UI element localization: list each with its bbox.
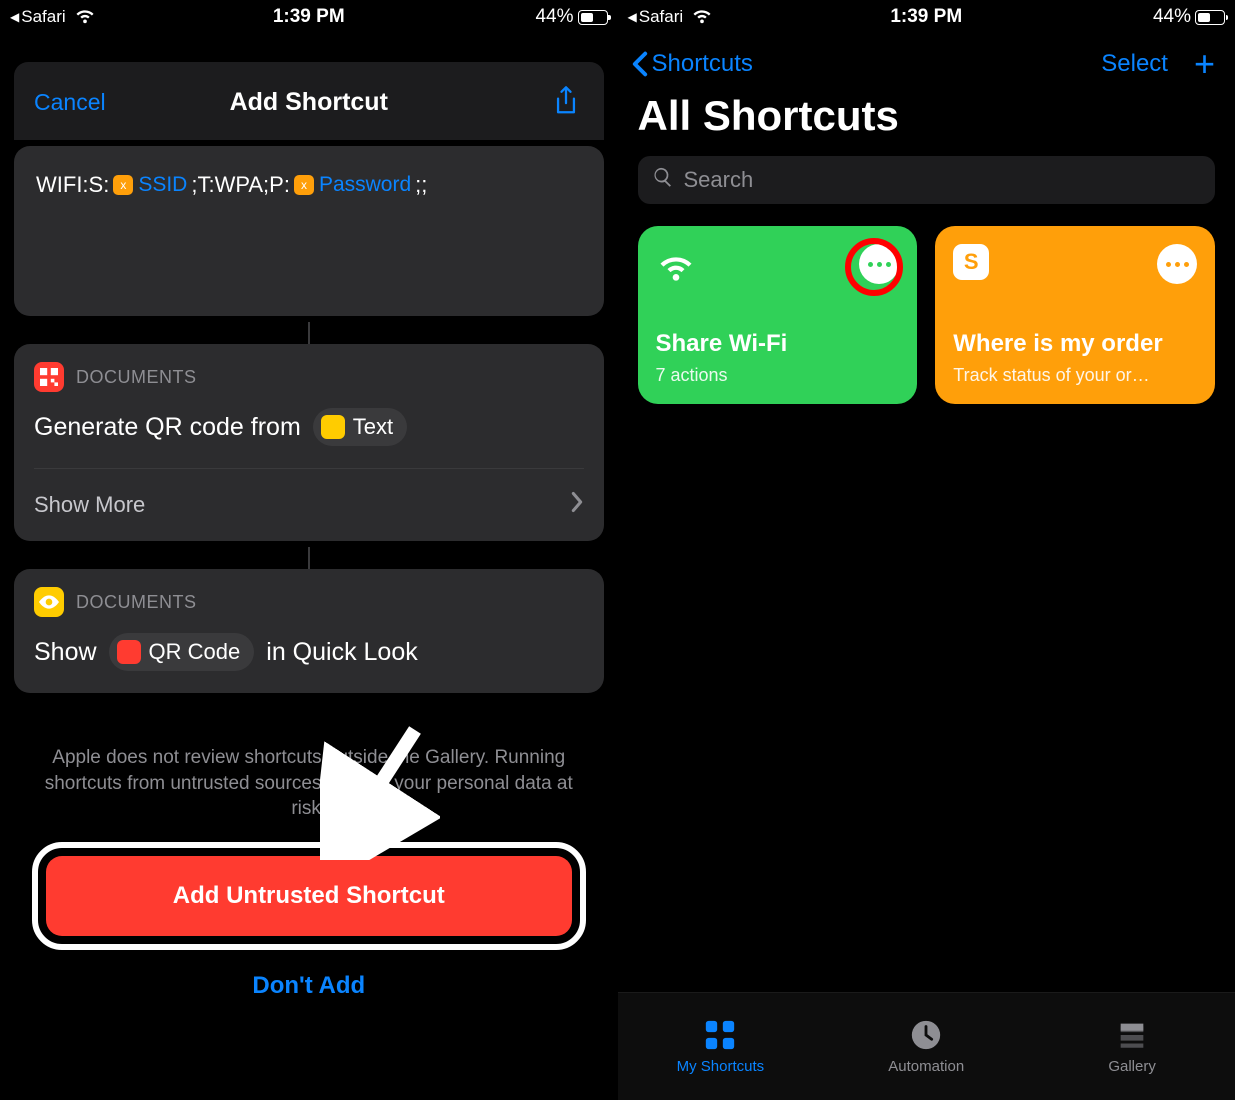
shortcut-actions-scroll: WIFI:S: x SSID ;T:WPA;P: x Password ;; [14, 146, 604, 1100]
variable-password[interactable]: x Password [294, 173, 411, 197]
section-label: DOCUMENTS [76, 592, 197, 613]
variable-icon: x [294, 175, 314, 195]
tile-title: Share Wi-Fi [656, 330, 900, 359]
text-icon [321, 415, 345, 439]
text-fragment: ;; [415, 172, 427, 198]
tile-menu-button[interactable] [859, 244, 899, 284]
swiggy-icon: S [953, 244, 989, 280]
tile-menu-button[interactable] [1157, 244, 1197, 284]
preview-app-icon [34, 587, 64, 617]
tab-automation[interactable]: Automation [823, 993, 1029, 1100]
page-title: All Shortcuts [618, 88, 1235, 156]
quicklook-card: DOCUMENTS Show QR Code in Quick Look [14, 569, 604, 693]
battery-indicator: 44% [535, 6, 607, 28]
qrcode-variable-pill[interactable]: QR Code [109, 633, 255, 671]
action-text: Show [34, 638, 97, 667]
tile-subtitle: Track status of your or… [953, 365, 1197, 386]
clock: 1:39 PM [890, 6, 962, 28]
tab-my-shortcuts[interactable]: My Shortcuts [618, 993, 824, 1100]
return-to-app[interactable]: Safari [628, 7, 684, 27]
wifi-icon [74, 3, 96, 31]
phone-left-add-shortcut: Safari 1:39 PM 44% Cancel Add Shortcut W… [0, 0, 618, 1100]
return-to-app[interactable]: Safari [10, 7, 66, 27]
text-variable-pill[interactable]: Text [313, 408, 407, 446]
tab-bar: My Shortcuts Automation Gallery [618, 992, 1235, 1100]
wifi-icon [656, 244, 696, 284]
tile-title: Where is my order [953, 330, 1197, 359]
clock: 1:39 PM [273, 6, 345, 28]
generate-qr-card: DOCUMENTS Generate QR code from Text Sho… [14, 344, 604, 541]
nav-bar: Shortcuts Select + [618, 34, 1235, 88]
tab-gallery[interactable]: Gallery [1029, 993, 1235, 1100]
connector-line [14, 322, 604, 344]
battery-indicator: 44% [1153, 6, 1225, 28]
status-bar: Safari 1:39 PM 44% [0, 0, 618, 34]
search-placeholder: Search [684, 167, 754, 193]
search-icon [652, 166, 674, 194]
add-untrusted-shortcut-button[interactable]: Add Untrusted Shortcut [46, 856, 572, 936]
action-text: Generate QR code from [34, 413, 301, 442]
variable-ssid[interactable]: x SSID [113, 173, 187, 197]
search-input[interactable]: Search [638, 156, 1216, 204]
connector-line [14, 547, 604, 569]
back-button[interactable]: Shortcuts [632, 50, 753, 78]
wifi-icon [691, 3, 713, 31]
untrusted-warning-text: Apple does not review shortcuts outside … [14, 745, 604, 822]
add-shortcut-modal: Cancel Add Shortcut [14, 62, 604, 140]
tile-subtitle: 7 actions [656, 365, 900, 386]
variable-icon: x [113, 175, 133, 195]
shortcut-tile-share-wifi[interactable]: Share Wi-Fi 7 actions [638, 226, 918, 404]
status-bar: Safari 1:39 PM 44% [618, 0, 1235, 34]
dont-add-button[interactable]: Don't Add [14, 972, 604, 1000]
section-label: DOCUMENTS [76, 367, 197, 388]
text-fragment: WIFI:S: [36, 172, 109, 198]
cancel-button[interactable]: Cancel [34, 89, 106, 116]
wifi-string-card: WIFI:S: x SSID ;T:WPA;P: x Password ;; [14, 146, 604, 316]
action-text: in Quick Look [266, 638, 417, 667]
qr-icon [117, 640, 141, 664]
shortcut-tile-where-is-my-order[interactable]: S Where is my order Track status of your… [935, 226, 1215, 404]
share-button[interactable] [548, 84, 584, 120]
qr-app-icon [34, 362, 64, 392]
modal-title: Add Shortcut [230, 88, 388, 117]
phone-right-all-shortcuts: Safari 1:39 PM 44% Shortcuts Select + Al… [618, 0, 1235, 1100]
chevron-right-icon [570, 491, 584, 519]
add-shortcut-button[interactable]: + [1194, 53, 1215, 75]
show-more-button[interactable]: Show More [14, 469, 604, 541]
select-button[interactable]: Select [1101, 50, 1168, 78]
text-fragment: ;T:WPA;P: [191, 172, 290, 198]
cta-highlight-ring: Add Untrusted Shortcut [32, 842, 586, 950]
